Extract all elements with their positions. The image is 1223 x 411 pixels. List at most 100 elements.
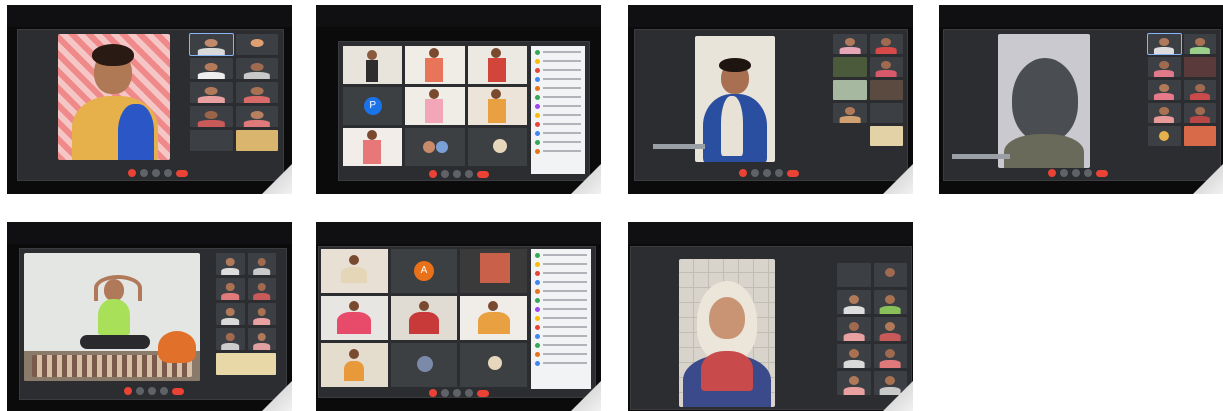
more-options-button[interactable] <box>775 169 783 177</box>
participant-tile[interactable] <box>837 263 871 287</box>
participant-tile[interactable] <box>1183 34 1216 54</box>
participant-tile[interactable] <box>189 33 234 56</box>
participant-tile[interactable] <box>869 57 903 77</box>
camera-button[interactable] <box>441 389 449 397</box>
participant-tile[interactable] <box>247 303 276 325</box>
gallery-tile[interactable] <box>343 46 403 84</box>
gallery-tile[interactable] <box>390 296 458 340</box>
participant-tile[interactable] <box>216 253 245 275</box>
participant-tile[interactable] <box>247 278 276 300</box>
mic-button[interactable] <box>429 170 437 178</box>
participant-tile[interactable] <box>247 253 276 275</box>
gallery-tile[interactable] <box>390 343 458 387</box>
participant-tile[interactable] <box>833 80 867 100</box>
participant-tile[interactable] <box>873 290 907 314</box>
participant-tile[interactable] <box>869 80 903 100</box>
participant-tile[interactable] <box>869 126 903 146</box>
participant-tile[interactable] <box>873 371 907 395</box>
participant-tile[interactable] <box>1183 57 1216 77</box>
gallery-tile[interactable] <box>467 87 527 125</box>
participant-tile[interactable] <box>235 34 278 55</box>
end-call-button[interactable] <box>787 169 799 177</box>
participant-tile[interactable] <box>873 263 907 287</box>
present-button[interactable] <box>453 389 461 397</box>
camera-button[interactable] <box>441 170 449 178</box>
participant-tile[interactable] <box>235 106 278 127</box>
gallery-tile[interactable]: P <box>343 87 403 125</box>
gallery-tile[interactable] <box>321 343 388 387</box>
more-options-button[interactable] <box>164 169 172 177</box>
camera-button[interactable] <box>1060 169 1068 177</box>
present-button[interactable] <box>148 387 156 395</box>
participant-tile[interactable] <box>1183 126 1216 146</box>
mic-button[interactable] <box>1048 169 1056 177</box>
gallery-tile[interactable] <box>460 343 527 387</box>
participant-tile[interactable] <box>833 57 867 77</box>
gallery-tile[interactable] <box>405 87 465 125</box>
participant-tile[interactable] <box>873 344 907 368</box>
participant-tile[interactable] <box>1148 80 1181 100</box>
participant-tile[interactable] <box>247 328 276 350</box>
participant-tile[interactable] <box>190 106 233 127</box>
mic-button[interactable] <box>429 389 437 397</box>
participant-tile[interactable] <box>235 130 278 151</box>
gallery-tile[interactable] <box>321 296 388 340</box>
end-call-button[interactable] <box>1096 169 1108 177</box>
present-button[interactable] <box>152 169 160 177</box>
participant-tile[interactable] <box>1147 33 1182 55</box>
gallery-tile[interactable]: A <box>390 249 458 293</box>
gallery-tile[interactable] <box>343 128 403 166</box>
camera-button[interactable] <box>751 169 759 177</box>
mic-button[interactable] <box>124 387 132 395</box>
present-button[interactable] <box>1072 169 1080 177</box>
mic-button[interactable] <box>739 169 747 177</box>
more-options-button[interactable] <box>465 389 473 397</box>
gallery-tile[interactable] <box>467 128 527 166</box>
participant-tile[interactable] <box>1148 57 1181 77</box>
participant-tile[interactable] <box>869 34 903 54</box>
present-button[interactable] <box>763 169 771 177</box>
camera-button[interactable] <box>140 169 148 177</box>
participant-tile[interactable] <box>833 34 867 54</box>
video-call-photo-7 <box>628 222 913 411</box>
participant-tile[interactable] <box>235 58 278 79</box>
gallery-tile[interactable] <box>460 249 527 293</box>
more-options-button[interactable] <box>465 170 473 178</box>
participant-tile[interactable] <box>837 317 871 341</box>
video-call-photo-3 <box>628 5 913 194</box>
participant-tile[interactable] <box>216 278 245 300</box>
participant-tile[interactable] <box>873 317 907 341</box>
speaker-name-bar <box>653 144 705 149</box>
present-button[interactable] <box>453 170 461 178</box>
end-call-button[interactable] <box>176 169 188 177</box>
gallery-tile[interactable] <box>321 249 388 293</box>
participant-tile[interactable] <box>1183 80 1216 100</box>
end-call-button[interactable] <box>477 170 489 178</box>
participant-tile[interactable] <box>235 82 278 103</box>
participant-tile[interactable] <box>1148 103 1181 123</box>
participant-tile[interactable] <box>1183 103 1216 123</box>
gallery-tile[interactable] <box>467 46 527 84</box>
more-options-button[interactable] <box>1084 169 1092 177</box>
mic-button[interactable] <box>128 169 136 177</box>
participant-tile[interactable] <box>1148 126 1181 146</box>
participant-tile[interactable] <box>833 103 867 123</box>
gallery-tile[interactable] <box>460 296 527 340</box>
participant-tile[interactable] <box>837 290 871 314</box>
participant-tile[interactable] <box>216 328 245 350</box>
participant-tile[interactable] <box>216 353 276 375</box>
end-call-button[interactable] <box>477 389 489 397</box>
participant-tile[interactable] <box>216 303 245 325</box>
participant-tile[interactable] <box>190 82 233 103</box>
end-call-button[interactable] <box>172 387 184 395</box>
camera-button[interactable] <box>136 387 144 395</box>
more-options-button[interactable] <box>160 387 168 395</box>
participant-tile[interactable] <box>837 344 871 368</box>
call-controls <box>429 170 489 178</box>
participant-tile[interactable] <box>869 103 903 123</box>
participant-tile[interactable] <box>190 130 233 151</box>
gallery-tile[interactable] <box>405 46 465 84</box>
participant-tile[interactable] <box>837 371 871 395</box>
gallery-tile[interactable] <box>405 128 465 166</box>
participant-tile[interactable] <box>190 58 233 79</box>
